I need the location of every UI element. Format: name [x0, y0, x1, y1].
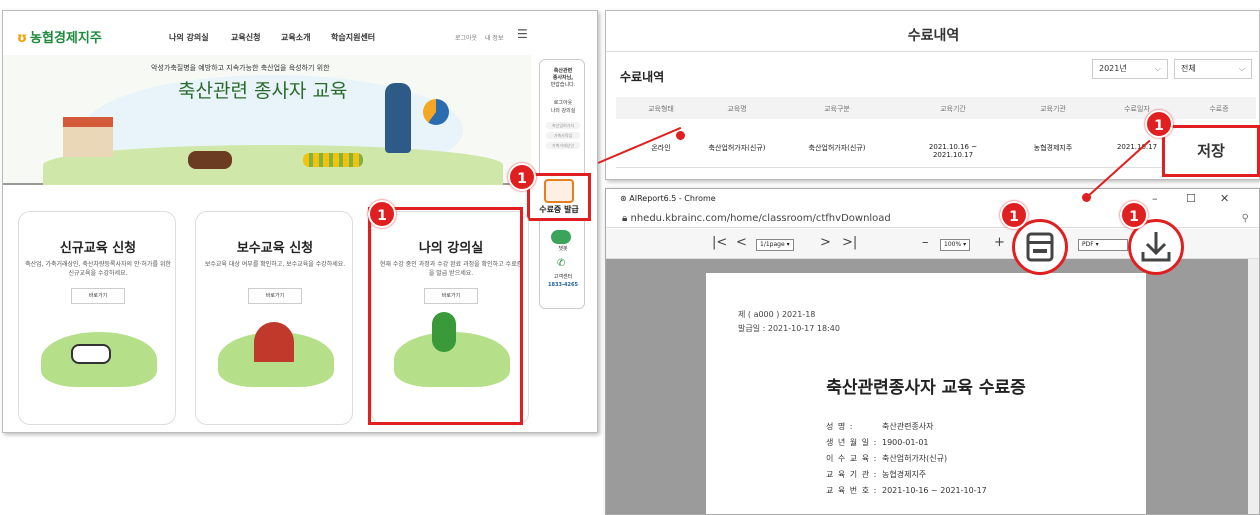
- scrollbar[interactable]: [1248, 259, 1259, 514]
- card-refresher-education[interactable]: 보수교육 신청 보수교육 대상 여부를 확인하고, 보수교육을 수강하세요. 바…: [195, 211, 353, 425]
- card-new-education[interactable]: 신규교육 신청 축산업, 가축거래상인, 축산차량등록사자의 안·허가를 위한 …: [18, 211, 176, 425]
- chatbot-label: 챗봇: [558, 246, 568, 252]
- close-icon[interactable]: ✕: [1220, 189, 1229, 209]
- certificate-title: 축산관련종사자 교육 수료증: [826, 378, 1026, 398]
- site-logo[interactable]: ʊ 농협경제지주: [17, 27, 102, 46]
- sunflower-illustration: [303, 153, 363, 167]
- first-page-icon[interactable]: |<: [712, 235, 727, 250]
- last-page-icon[interactable]: >|: [842, 235, 857, 250]
- zoom-in-icon[interactable]: +: [994, 235, 1005, 250]
- nav-apply[interactable]: 교육신청: [231, 32, 260, 43]
- cow-illustration: [188, 151, 232, 169]
- step-badge: 1: [508, 163, 536, 191]
- certificate-page: 제 ( a000 ) 2021-18 발급일 : 2021-10-17 18:4…: [706, 273, 1146, 514]
- zoom-select[interactable]: 100% ▾: [940, 239, 971, 251]
- customer-center-label: 고객센터: [553, 274, 573, 280]
- page-title: 수료내역: [907, 28, 960, 44]
- download-icon: [1141, 232, 1171, 262]
- field-institution: 교 육 기 관 : 농협경제지주: [826, 470, 927, 479]
- phone-number: 1833-4265: [548, 282, 578, 288]
- step-badge: 1: [1000, 201, 1028, 229]
- minimize-icon[interactable]: –: [1152, 189, 1158, 209]
- nav-my-classroom[interactable]: 나의 강의실: [169, 32, 209, 43]
- year-select[interactable]: 2021년 ⌵: [1092, 59, 1168, 79]
- hero-banner: [3, 55, 531, 185]
- my-info-link[interactable]: 내 정보: [485, 33, 503, 42]
- highlight-my-classroom: [368, 207, 523, 425]
- step-badge: 1: [368, 200, 396, 228]
- sidebar-logout[interactable]: 로그아웃: [540, 100, 586, 107]
- chatbot-icon[interactable]: [551, 230, 571, 244]
- field-number: 교 육 번 호 :2021-10-16 ~ 2021-10-17: [826, 486, 987, 495]
- farmer-illustration: [385, 83, 411, 153]
- printer-icon: [1026, 232, 1054, 262]
- menu-icon[interactable]: ☰: [517, 27, 528, 41]
- chevron-down-icon: ⌵: [1238, 64, 1245, 73]
- leaf-icon: ʊ: [17, 31, 28, 46]
- certificate-issue-button[interactable]: 수료증 발급: [527, 173, 591, 221]
- step-badge: 1: [1145, 110, 1173, 138]
- prev-page-icon[interactable]: <: [736, 235, 747, 250]
- certificate-number: 제 ( a000 ) 2021-18: [738, 310, 816, 319]
- logout-link[interactable]: 로그아웃: [455, 33, 477, 42]
- go-button[interactable]: 바로가기: [248, 288, 302, 304]
- lock-icon: 🔒︎: [622, 213, 631, 224]
- farmhouse-illustration: [63, 117, 113, 157]
- field-birth: 생 년 월 일 :1900-01-01: [826, 438, 929, 447]
- window-titlebar: ⊛ AIReport6.5 - Chrome: [606, 189, 1259, 209]
- site-screenshot: ʊ 농협경제지주 나의 강의실 교육신청 교육소개 학습지원센터 로그아웃 내 정…: [2, 10, 598, 433]
- chrome-icon: ⊛: [620, 194, 630, 203]
- banner-title: 축산관련 종사자 교육: [178, 80, 348, 102]
- phone-icon: ✆: [557, 258, 566, 269]
- chevron-down-icon: ⌵: [1154, 64, 1161, 73]
- sidebar-my-classroom[interactable]: 나의 강의실: [540, 108, 586, 115]
- nav-support[interactable]: 학습지원센터: [331, 32, 375, 43]
- banner-subtitle: 악성가축질병을 예방하고 지속가능한 축산업을 육성하기 위한: [151, 64, 330, 72]
- nav-about[interactable]: 교육소개: [281, 32, 310, 43]
- pie-chart-icon: [423, 99, 449, 125]
- format-select[interactable]: PDF ▾: [1078, 239, 1128, 251]
- field-course: 이 수 교 육 : 축산업허가자(신규): [826, 454, 948, 463]
- issue-date: 발급일 : 2021-10-17 18:40: [738, 324, 840, 333]
- maximize-icon[interactable]: ☐: [1186, 189, 1196, 209]
- page-select[interactable]: 1/1page ▾: [756, 239, 794, 251]
- section-title: 수료내역: [620, 70, 665, 84]
- step-badge: 1: [1120, 201, 1148, 229]
- table-row: 온라인 축산업허가자(신규) 축산업허가자(신규) 2021.10.16 ~ 2…: [651, 143, 1158, 159]
- next-page-icon[interactable]: >: [820, 235, 831, 250]
- dairy-cow-illustration: [71, 344, 111, 364]
- barn-illustration: [254, 322, 294, 362]
- save-button[interactable]: 저장: [1162, 125, 1260, 177]
- zoom-out-icon[interactable]: –: [922, 235, 929, 250]
- certificate-icon: [544, 179, 574, 203]
- type-select[interactable]: 전체 ⌵: [1174, 59, 1252, 79]
- zoom-icon[interactable]: ⚲: [1242, 209, 1249, 228]
- field-name: 성 명 : 축산관련종사자: [826, 422, 934, 431]
- go-button[interactable]: 바로가기: [71, 288, 125, 304]
